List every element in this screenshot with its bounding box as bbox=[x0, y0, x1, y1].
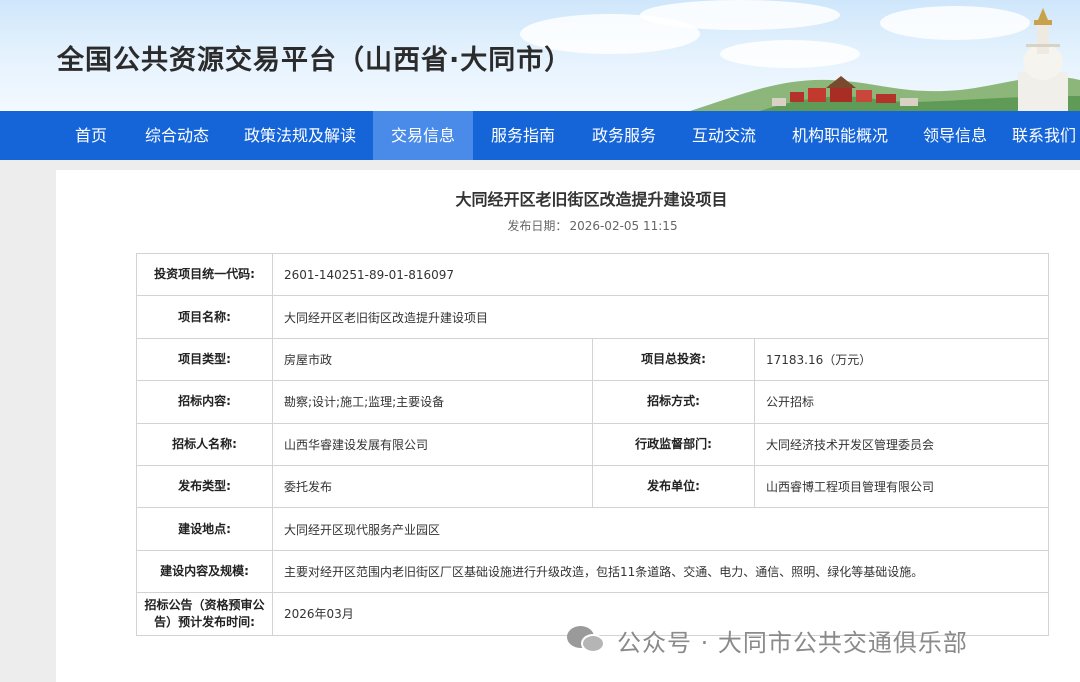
publisher-label: 发布单位: bbox=[592, 464, 755, 509]
wechat-icon bbox=[567, 622, 607, 658]
code-label: 投资项目统一代码: bbox=[136, 252, 273, 297]
table-row: 项目类型: 房屋市政 项目总投资: 17183.16（万元） bbox=[136, 337, 1049, 382]
publisher-value: 山西睿博工程项目管理有限公司 bbox=[754, 464, 1049, 509]
notice-label: 招标公告（资格预审公告）预计发布时间: bbox=[136, 592, 273, 636]
nav-item-news[interactable]: 综合动态 bbox=[133, 111, 221, 160]
publish-date: 发布日期： 2026-02-05 11:15 bbox=[0, 217, 1080, 234]
location-value: 大同经开区现代服务产业园区 bbox=[272, 507, 1049, 551]
content-value: 勘察;设计;施工;监理;主要设备 bbox=[272, 380, 593, 424]
publish-date-label: 发布日期： bbox=[507, 219, 568, 233]
table-row: 建设内容及规模: 主要对经开区范围内老旧街区厂区基础设施进行升级改造，包括11条… bbox=[136, 549, 1049, 594]
scope-label: 建设内容及规模: bbox=[136, 549, 273, 594]
content-label: 招标内容: bbox=[136, 380, 273, 424]
nav-item-gov-service[interactable]: 政务服务 bbox=[580, 111, 668, 160]
method-value: 公开招标 bbox=[754, 380, 1049, 424]
pubtype-value: 委托发布 bbox=[272, 464, 593, 509]
method-label: 招标方式: bbox=[592, 380, 755, 424]
nav-item-contact[interactable]: 联系我们 bbox=[1012, 111, 1080, 160]
name-value: 大同经开区老旧街区改造提升建设项目 bbox=[272, 295, 1049, 339]
tenderer-label: 招标人名称: bbox=[136, 422, 273, 466]
location-label: 建设地点: bbox=[136, 507, 273, 551]
table-row: 发布类型: 委托发布 发布单位: 山西睿博工程项目管理有限公司 bbox=[136, 464, 1049, 509]
publish-date-value: 2026-02-05 11:15 bbox=[569, 219, 678, 233]
code-value: 2601-140251-89-01-816097 bbox=[272, 252, 1049, 297]
nav-item-policy[interactable]: 政策法规及解读 bbox=[232, 111, 368, 160]
table-row: 建设地点: 大同经开区现代服务产业园区 bbox=[136, 507, 1049, 551]
scope-value: 主要对经开区范围内老旧街区厂区基础设施进行升级改造，包括11条道路、交通、电力、… bbox=[272, 549, 1049, 594]
type-value: 房屋市政 bbox=[272, 337, 593, 382]
nav-item-trade-info[interactable]: 交易信息 bbox=[373, 111, 473, 160]
nav-item-org[interactable]: 机构职能概况 bbox=[780, 111, 900, 160]
invest-label: 项目总投资: bbox=[592, 337, 755, 382]
invest-value: 17183.16（万元） bbox=[754, 337, 1049, 382]
pubtype-label: 发布类型: bbox=[136, 464, 273, 509]
type-label: 项目类型: bbox=[136, 337, 273, 382]
table-row: 招标内容: 勘察;设计;施工;监理;主要设备 招标方式: 公开招标 bbox=[136, 380, 1049, 424]
watermark-text: 公众号 · 大同市公共交通俱乐部 bbox=[617, 628, 968, 657]
main-nav: 首页 综合动态 政策法规及解读 交易信息 服务指南 政务服务 互动交流 机构职能… bbox=[0, 111, 1080, 160]
site-title: 全国公共资源交易平台（山西省·大同市） bbox=[57, 45, 573, 76]
article-title: 大同经开区老旧街区改造提升建设项目 bbox=[455, 190, 728, 209]
supervisor-value: 大同经济技术开发区管理委员会 bbox=[754, 422, 1049, 466]
nav-item-leaders[interactable]: 领导信息 bbox=[912, 111, 998, 160]
nav-item-interaction[interactable]: 互动交流 bbox=[680, 111, 768, 160]
table-row: 投资项目统一代码: 2601-140251-89-01-816097 bbox=[136, 252, 1049, 297]
nav-item-service-guide[interactable]: 服务指南 bbox=[480, 111, 566, 160]
table-row: 项目名称: 大同经开区老旧街区改造提升建设项目 bbox=[136, 295, 1049, 339]
project-info-table: 投资项目统一代码: 2601-140251-89-01-816097 项目名称:… bbox=[136, 252, 1049, 636]
site-banner: 全国公共资源交易平台（山西省·大同市） bbox=[0, 0, 1080, 111]
table-row: 招标人名称: 山西华睿建设发展有限公司 行政监督部门: 大同经济技术开发区管理委… bbox=[136, 422, 1049, 466]
wechat-watermark: 公众号 · 大同市公共交通俱乐部 bbox=[567, 620, 968, 660]
name-label: 项目名称: bbox=[136, 295, 273, 339]
supervisor-label: 行政监督部门: bbox=[592, 422, 755, 466]
nav-item-home[interactable]: 首页 bbox=[60, 111, 122, 160]
tenderer-value: 山西华睿建设发展有限公司 bbox=[272, 422, 593, 466]
